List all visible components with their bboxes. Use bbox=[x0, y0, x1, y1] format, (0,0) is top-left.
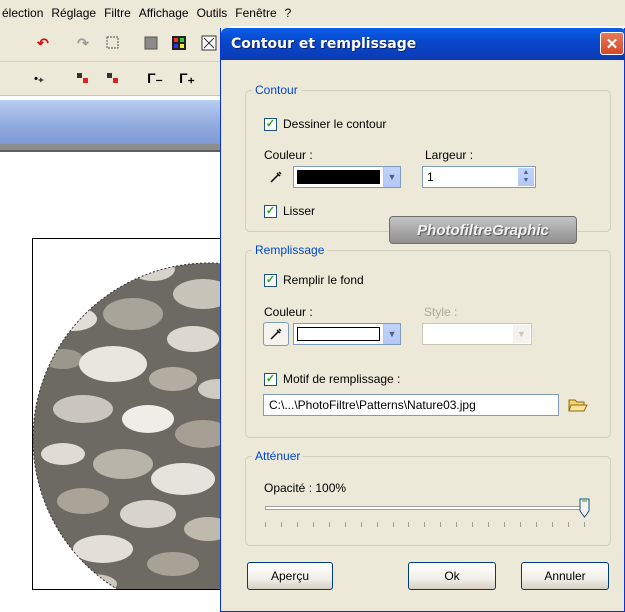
preview-button[interactable]: Aperçu bbox=[247, 562, 333, 590]
draw-outline-checkbox[interactable]: ✓ bbox=[264, 118, 277, 131]
menu-affichage[interactable]: Affichage bbox=[139, 6, 189, 20]
opacity-slider-track[interactable] bbox=[265, 506, 585, 510]
menu-bar: élection Réglage Filtre Affichage Outils… bbox=[0, 0, 625, 26]
contour-fill-dialog: Contour et remplissage ✕ Contour ✓ Dessi… bbox=[220, 28, 625, 612]
fill-eyedropper-button[interactable] bbox=[263, 322, 289, 346]
fill-background-checkbox[interactable]: ✓ bbox=[264, 274, 277, 287]
document-toolbar bbox=[0, 144, 230, 152]
outline-color-label: Couleur : bbox=[264, 148, 313, 162]
pattern-checkbox[interactable]: ✓ bbox=[264, 373, 277, 386]
add-point-icon[interactable]: •₊ bbox=[30, 69, 48, 87]
undo-icon[interactable]: ↶ bbox=[34, 34, 52, 52]
chevron-down-icon: ▼ bbox=[513, 325, 530, 343]
draw-outline-label: Dessiner le contour bbox=[283, 117, 387, 131]
pattern-label: Motif de remplissage : bbox=[283, 372, 401, 386]
folder-open-icon bbox=[568, 399, 588, 412]
cancel-button[interactable]: Annuler bbox=[521, 562, 609, 590]
fill-color-dropdown[interactable]: ▼ bbox=[293, 323, 401, 345]
menu-fenetre[interactable]: Fenêtre bbox=[235, 6, 276, 20]
pattern-icon[interactable] bbox=[200, 34, 218, 52]
attenuate-legend: Atténuer bbox=[252, 449, 304, 463]
watermark-logo: PhotofiltreGraphic bbox=[389, 216, 577, 244]
fill-icon[interactable] bbox=[142, 34, 160, 52]
style-dropdown: ▼ bbox=[422, 323, 532, 345]
outline-color-dropdown[interactable]: ▼ bbox=[293, 166, 401, 188]
opacity-slider-ticks bbox=[265, 522, 585, 528]
stones-pattern-image bbox=[33, 262, 231, 589]
corner-minus-icon[interactable]: Γ₋ bbox=[146, 69, 164, 87]
close-icon: ✕ bbox=[605, 35, 619, 53]
attenuate-group: Atténuer bbox=[245, 449, 611, 546]
fill-legend: Remplissage bbox=[252, 243, 328, 257]
width-stepper[interactable]: 1 ▲ ▼ bbox=[422, 166, 536, 188]
menu-filtre[interactable]: Filtre bbox=[104, 6, 131, 20]
eyedropper-icon bbox=[270, 171, 282, 183]
palette-icon[interactable] bbox=[170, 34, 188, 52]
dialog-title-bar[interactable]: Contour et remplissage ✕ bbox=[221, 28, 625, 60]
menu-reglage[interactable]: Réglage bbox=[51, 6, 96, 20]
width-value: 1 bbox=[427, 170, 434, 184]
close-button[interactable]: ✕ bbox=[600, 32, 624, 55]
menu-selection[interactable]: élection bbox=[2, 6, 43, 20]
fill-background-label: Remplir le fond bbox=[283, 273, 364, 287]
outline-color-swatch bbox=[297, 170, 380, 184]
open-folder-button[interactable] bbox=[565, 393, 591, 417]
secondary-toolbar: •₊ Γ₋ Γ₊ bbox=[0, 62, 230, 96]
opacity-slider-thumb[interactable] bbox=[579, 498, 590, 518]
style-label: Style : bbox=[424, 305, 458, 319]
eyedropper-icon bbox=[270, 328, 282, 340]
node-red-plus-icon[interactable] bbox=[104, 69, 122, 87]
smooth-checkbox[interactable]: ✓ bbox=[264, 205, 277, 218]
menu-outils[interactable]: Outils bbox=[197, 6, 228, 20]
fill-color-label: Couleur : bbox=[264, 305, 313, 319]
pattern-path-field[interactable]: C:\...\PhotoFiltre\Patterns\Nature03.jpg bbox=[263, 394, 559, 416]
opacity-label: Opacité : 100% bbox=[264, 481, 347, 495]
menu-help[interactable]: ? bbox=[285, 6, 292, 20]
corner-plus-icon[interactable]: Γ₊ bbox=[178, 69, 196, 87]
dialog-title: Contour et remplissage bbox=[231, 36, 417, 52]
outline-eyedropper-button[interactable] bbox=[263, 165, 289, 189]
selection-icon[interactable] bbox=[104, 34, 122, 52]
smooth-label: Lisser bbox=[283, 204, 316, 218]
image-canvas[interactable] bbox=[32, 238, 232, 590]
redo-icon[interactable]: ↷ bbox=[74, 34, 92, 52]
document-title-bar bbox=[0, 100, 230, 144]
ok-button[interactable]: Ok bbox=[408, 562, 496, 590]
chevron-down-icon: ▼ bbox=[383, 324, 400, 344]
main-toolbar: ↶ ↷ bbox=[0, 26, 230, 62]
chevron-down-icon: ▼ bbox=[383, 167, 400, 187]
fill-color-swatch bbox=[297, 327, 380, 341]
contour-legend: Contour bbox=[252, 83, 301, 97]
node-red-icon[interactable] bbox=[74, 69, 92, 87]
width-label: Largeur : bbox=[425, 148, 474, 162]
spin-arrows-icon[interactable]: ▲ ▼ bbox=[518, 168, 534, 186]
